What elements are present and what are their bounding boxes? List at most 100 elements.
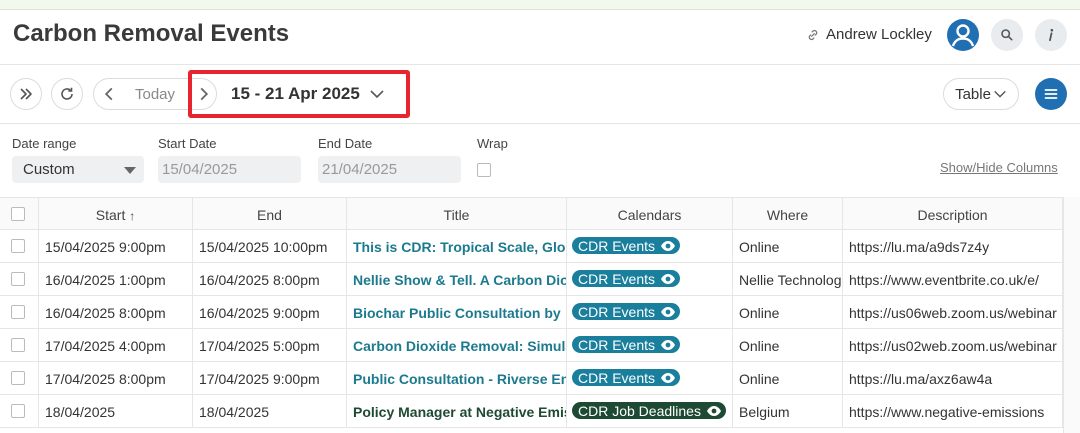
event-title-link[interactable]: Policy Manager at Negative Emissions bbox=[353, 404, 566, 420]
row-checkbox[interactable] bbox=[11, 371, 25, 385]
cell-title: Carbon Dioxide Removal: Simulation bbox=[347, 329, 567, 362]
cell-end: 15/04/2025 10:00pm bbox=[193, 230, 347, 263]
top-banner-strip bbox=[0, 0, 1080, 10]
cell-end: 16/04/2025 9:00pm bbox=[193, 296, 347, 329]
column-header-description[interactable]: Description bbox=[843, 198, 1063, 231]
cell-calendars: CDR Job Deadlines bbox=[567, 395, 733, 428]
start-date-label: Start Date bbox=[158, 136, 217, 151]
column-header-calendars[interactable]: Calendars bbox=[567, 198, 733, 231]
refresh-icon bbox=[61, 87, 73, 100]
table-row[interactable]: 16/04/2025 8:00pm 16/04/2025 9:00pm Biocha… bbox=[0, 296, 1080, 329]
cell-description: https://www.eventbrite.co.uk/e/ bbox=[843, 263, 1063, 296]
eye-icon bbox=[661, 372, 676, 383]
cell-description: https://us02web.zoom.us/webinar bbox=[843, 329, 1063, 362]
row-checkbox[interactable] bbox=[11, 305, 25, 319]
cell-calendars: CDR Events bbox=[567, 362, 733, 395]
table-row[interactable]: 17/04/2025 4:00pm 17/04/2025 5:00pm Carbon… bbox=[0, 329, 1080, 362]
calendar-badge[interactable]: CDR Job Deadlines bbox=[572, 402, 726, 419]
cell-where: Online bbox=[733, 362, 843, 395]
cell-title: This is CDR: Tropical Scale, Global Impa… bbox=[347, 230, 567, 263]
sort-ascending-icon: ↑ bbox=[129, 209, 136, 223]
calendar-badge[interactable]: CDR Events bbox=[572, 237, 681, 254]
cell-where: Online bbox=[733, 329, 843, 362]
toolbar-divider bbox=[0, 123, 1080, 124]
chevron-down-icon[interactable] bbox=[369, 86, 385, 102]
table-scrollbar[interactable] bbox=[1063, 197, 1080, 433]
event-title-link[interactable]: This is CDR: Tropical Scale, Global Impa… bbox=[353, 239, 566, 255]
start-date-field[interactable]: 15/04/2025 bbox=[158, 156, 301, 183]
date-range-select[interactable]: Custom bbox=[12, 156, 144, 183]
user-name[interactable]: Andrew Lockley bbox=[826, 26, 932, 43]
wrap-checkbox[interactable] bbox=[477, 163, 491, 177]
row-checkbox[interactable] bbox=[11, 239, 25, 253]
cell-title: Public Consultation - Riverse Enhanced bbox=[347, 362, 567, 395]
row-checkbox-cell bbox=[0, 263, 39, 296]
row-checkbox-cell bbox=[0, 362, 39, 395]
calendar-badge[interactable]: CDR Events bbox=[572, 336, 681, 353]
calendar-badge[interactable]: CDR Events bbox=[572, 270, 681, 287]
search-button[interactable] bbox=[991, 19, 1023, 51]
date-range-label: Date range bbox=[12, 136, 77, 151]
event-title-link[interactable]: Carbon Dioxide Removal: Simulation bbox=[353, 338, 566, 354]
date-range-value: Custom bbox=[23, 161, 75, 178]
cell-where: Online bbox=[733, 230, 843, 263]
cell-where: Belgium bbox=[733, 395, 843, 428]
avatar[interactable] bbox=[947, 19, 979, 51]
double-chevron-right-icon bbox=[20, 88, 32, 100]
view-label[interactable]: Table bbox=[955, 86, 991, 103]
row-checkbox[interactable] bbox=[11, 338, 25, 352]
table-row[interactable]: 17/04/2025 8:00pm 17/04/2025 9:00pm Public… bbox=[0, 362, 1080, 395]
wrap-label: Wrap bbox=[477, 136, 508, 151]
eye-icon bbox=[661, 273, 676, 284]
row-checkbox-cell bbox=[0, 329, 39, 362]
cell-start: 16/04/2025 8:00pm bbox=[39, 296, 193, 329]
row-checkbox[interactable] bbox=[11, 272, 25, 286]
chevron-down-icon bbox=[994, 90, 1006, 98]
event-title-link[interactable]: Nellie Show & Tell. A Carbon Dioxide Rem… bbox=[353, 272, 566, 288]
event-title-link[interactable]: Biochar Public Consultation by bbox=[353, 305, 561, 321]
view-selector[interactable]: Table bbox=[943, 78, 1019, 110]
row-checkbox-cell bbox=[0, 395, 39, 428]
today-button[interactable]: Today bbox=[135, 86, 175, 103]
cell-calendars: CDR Events bbox=[567, 296, 733, 329]
date-range-picker[interactable]: 15 - 21 Apr 2025 bbox=[231, 84, 360, 104]
user-avatar-icon bbox=[951, 24, 975, 47]
column-header-start[interactable]: Start ↑ bbox=[39, 198, 193, 231]
link-icon bbox=[808, 29, 818, 40]
cell-start: 15/04/2025 9:00pm bbox=[39, 230, 193, 263]
header-divider bbox=[0, 64, 1080, 65]
cell-start: 17/04/2025 4:00pm bbox=[39, 329, 193, 362]
row-checkbox[interactable] bbox=[11, 404, 25, 418]
caret-down-icon bbox=[124, 167, 136, 174]
info-button[interactable] bbox=[1035, 19, 1067, 51]
expand-sidebar-button[interactable] bbox=[10, 78, 42, 110]
search-icon bbox=[1001, 29, 1013, 41]
cell-calendars: CDR Events bbox=[567, 329, 733, 362]
column-header-end[interactable]: End bbox=[193, 198, 347, 231]
select-all-checkbox[interactable] bbox=[11, 207, 25, 221]
column-header-title[interactable]: Title bbox=[347, 198, 567, 231]
column-header-where[interactable]: Where bbox=[733, 198, 843, 231]
menu-button[interactable] bbox=[1035, 78, 1067, 110]
cell-calendars: CDR Events bbox=[567, 230, 733, 263]
end-date-label: End Date bbox=[318, 136, 373, 151]
cell-end: 16/04/2025 8:00pm bbox=[193, 263, 347, 296]
refresh-button[interactable] bbox=[51, 78, 83, 110]
table-row[interactable]: 18/04/2025 18/04/2025 Policy Manager at Ne… bbox=[0, 395, 1080, 428]
eye-icon bbox=[661, 306, 676, 317]
eye-icon bbox=[661, 240, 676, 251]
calendar-badge[interactable]: CDR Events bbox=[572, 369, 681, 386]
chevron-left-icon[interactable] bbox=[100, 85, 118, 103]
table-row[interactable]: 15/04/2025 9:00pm 15/04/2025 10:00pm This … bbox=[0, 230, 1080, 263]
end-date-field[interactable]: 21/04/2025 bbox=[318, 156, 461, 183]
show-hide-columns-link[interactable]: Show/Hide Columns bbox=[940, 160, 1058, 175]
cell-description: https://us06web.zoom.us/webinar bbox=[843, 296, 1063, 329]
table-row[interactable]: 16/04/2025 1:00pm 16/04/2025 8:00pm Nellie… bbox=[0, 263, 1080, 296]
hamburger-icon bbox=[1044, 89, 1058, 99]
cell-title: Biochar Public Consultation by bbox=[347, 296, 567, 329]
calendar-badge[interactable]: CDR Events bbox=[572, 303, 681, 320]
event-title-link[interactable]: Public Consultation - Riverse Enhanced bbox=[353, 371, 566, 387]
user-link[interactable]: Andrew Lockley bbox=[806, 26, 932, 43]
row-checkbox-cell bbox=[0, 230, 39, 263]
table-header-row: Start ↑ End Title Calendars Where Descri… bbox=[0, 197, 1080, 231]
